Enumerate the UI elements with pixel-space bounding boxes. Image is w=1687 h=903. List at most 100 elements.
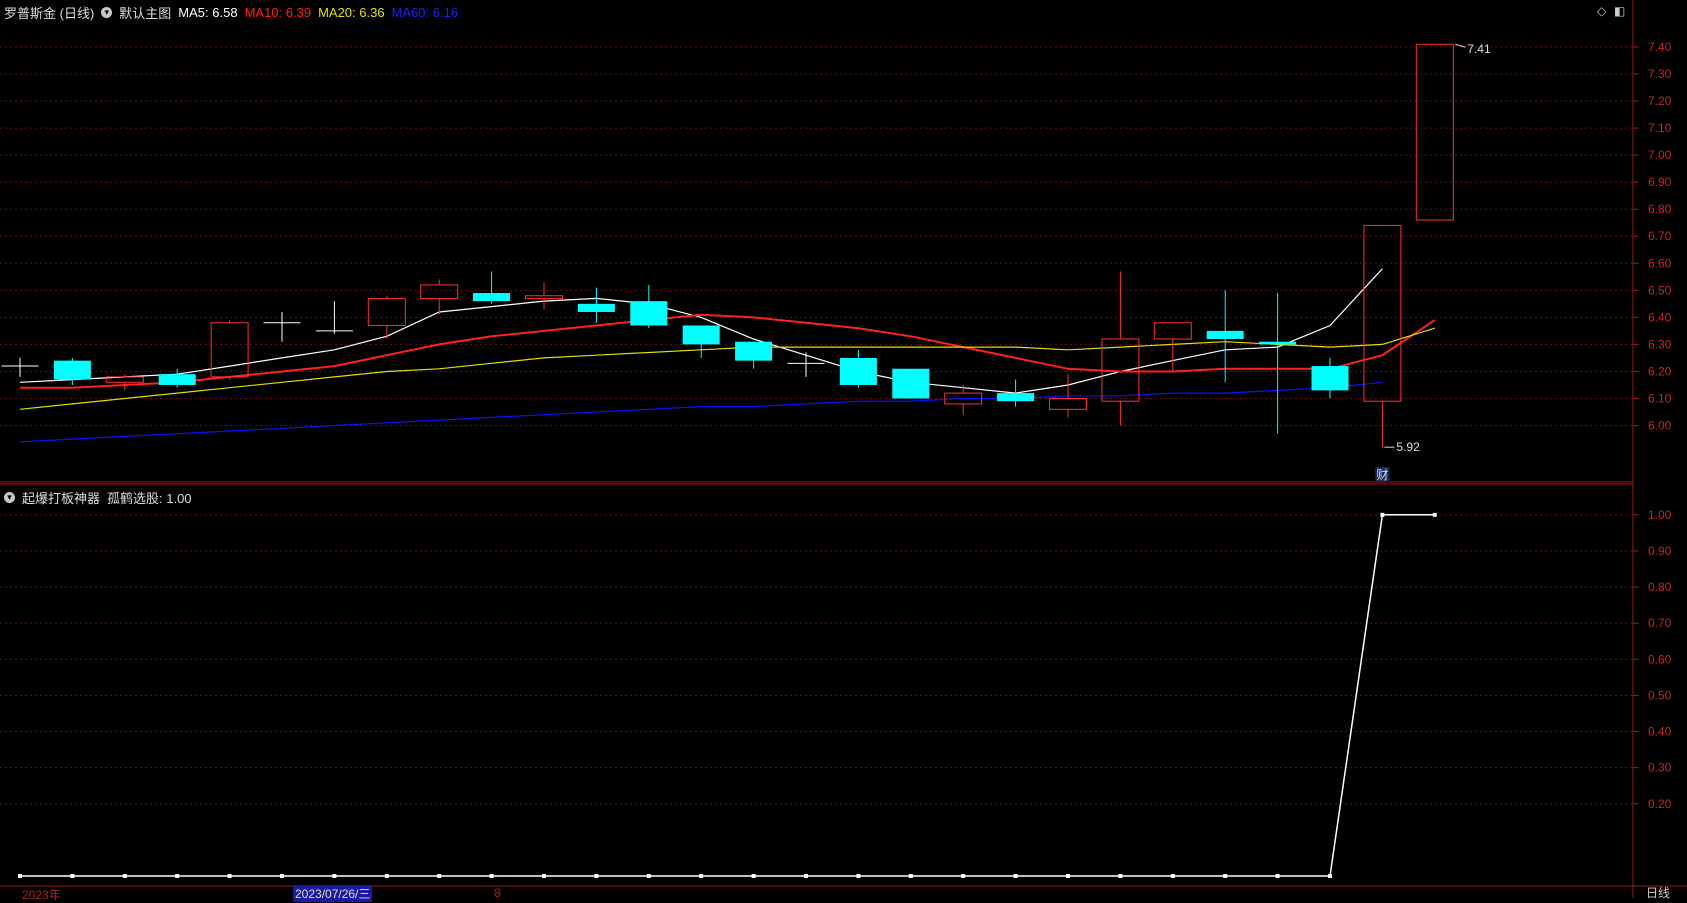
candle [525, 282, 563, 310]
signal-point [751, 874, 756, 878]
signal-point [646, 874, 651, 878]
signal-point [175, 874, 180, 878]
sub-chart-header: ▾ 起爆打板神器 孤鹤选股: 1.00 [4, 486, 192, 508]
candle-body [1049, 398, 1087, 410]
panel-toggle-icon[interactable]: ◧ [1614, 4, 1625, 18]
finance-badge-label: 财 [1376, 468, 1388, 482]
date-cursor-label: 2023/07/26/三 [293, 885, 373, 902]
signal-point [856, 874, 861, 878]
signal-point [437, 874, 442, 878]
candle [1363, 224, 1402, 448]
candle-body [892, 368, 930, 399]
signal-point [542, 874, 546, 878]
year-label: 2023年 [22, 888, 61, 902]
y-tick-label: 6.60 [1648, 256, 1672, 270]
y-tick-label: 0.20 [1648, 797, 1672, 811]
signal-point [908, 874, 913, 878]
signal-point [489, 874, 494, 878]
candle-body [473, 293, 511, 302]
y-tick-label: 7.10 [1648, 121, 1672, 135]
candle [787, 352, 825, 377]
candle [1153, 322, 1192, 372]
chevron-down-icon[interactable]: ▾ [4, 491, 15, 503]
candle [1311, 357, 1349, 399]
candle-body [997, 393, 1035, 402]
ma-lines [19, 268, 1436, 443]
candle-body [839, 357, 877, 385]
candle [630, 284, 668, 329]
y-tick-label: 6.50 [1648, 283, 1672, 297]
candle-body [420, 284, 459, 299]
signal-point [1118, 874, 1123, 878]
candle [1, 357, 39, 377]
candle [53, 357, 91, 385]
y-tick-label: 0.70 [1648, 616, 1672, 630]
ma-line-ma60 [19, 381, 1383, 443]
signal-point [384, 874, 389, 878]
y-tick-label: 6.20 [1648, 364, 1672, 378]
kline-chart[interactable]: 7.40 7.30 7.20 7.10 7.00 6.90 6.80 6.70 6.60 6.50… [0, 0, 1687, 898]
low-price-label: 5.92 [1396, 440, 1420, 454]
annotations: 7.41 5.92 财 [1375, 42, 1491, 482]
indicator-name[interactable]: 默认主图 [119, 3, 171, 22]
y-tick-label: 0.30 [1648, 761, 1672, 775]
candle-body [367, 297, 406, 326]
signal-point [70, 874, 75, 878]
signal-point [1170, 874, 1175, 878]
signal-point [1066, 874, 1070, 878]
period-label[interactable]: 日线 [1646, 884, 1670, 901]
sub-indicator-value: 孤鹤选股: 1.00 [107, 490, 192, 506]
candle-body [735, 341, 773, 361]
candle [1259, 293, 1297, 434]
candle-body [1363, 224, 1402, 402]
candle-body [1206, 330, 1244, 340]
candle-body [53, 360, 91, 380]
signal-point [804, 874, 808, 878]
candle-body [1415, 43, 1454, 221]
sub-indicator-title[interactable]: 起爆打板神器 [22, 488, 100, 507]
candle [735, 341, 773, 369]
signal-point [227, 874, 232, 878]
y-tick-label: 6.90 [1648, 175, 1672, 189]
candle-body [1311, 366, 1349, 391]
grid-lines [0, 46, 1633, 805]
candle-body [682, 325, 720, 345]
ma5-label: MA5: 6.58 [178, 4, 238, 20]
y-tick-label: 0.40 [1648, 725, 1672, 739]
signal-point [1432, 512, 1437, 517]
y-tick-label: 0.80 [1648, 580, 1672, 594]
candle-body [158, 374, 196, 385]
candle [682, 325, 720, 358]
candle-body [1153, 322, 1192, 340]
candle-body [577, 303, 615, 312]
candle [263, 311, 301, 342]
candle [577, 287, 615, 323]
candle-body [1259, 341, 1297, 345]
stock-title[interactable]: 罗普斯金 (日线) [4, 3, 94, 22]
main-chart-header: 罗普斯金 (日线) ▾ 默认主图 MA5: 6.58 MA10: 6.39 MA… [4, 1, 458, 23]
candle-body [210, 322, 249, 378]
signal-point [699, 874, 704, 878]
candles [1, 43, 1454, 448]
signal-point [594, 874, 599, 878]
candle [839, 349, 877, 388]
axis-ticks: 7.40 7.30 7.20 7.10 7.00 6.90 6.80 6.70 6.60 6.50… [1633, 40, 1672, 811]
y-tick-label: 1.00 [1648, 508, 1672, 522]
high-price-label: 7.41 [1467, 42, 1491, 56]
signal-point [280, 874, 284, 878]
diamond-icon[interactable]: ◇ [1597, 4, 1606, 18]
y-tick-label: 7.30 [1648, 67, 1672, 81]
signal-point [1275, 874, 1280, 878]
y-tick-label: 0.50 [1648, 688, 1672, 702]
chart-frame [0, 0, 1687, 898]
y-tick-label: 6.10 [1648, 392, 1672, 406]
signal-point [18, 874, 22, 878]
ma10-label: MA10: 6.39 [244, 4, 312, 20]
ma20-label: MA20: 6.36 [318, 4, 385, 20]
chevron-down-icon[interactable]: ▾ [101, 6, 113, 18]
signal-point [1223, 874, 1228, 878]
candle [1101, 271, 1140, 426]
candle [473, 271, 511, 304]
candle [420, 279, 459, 315]
y-tick-label: 6.40 [1648, 310, 1672, 324]
